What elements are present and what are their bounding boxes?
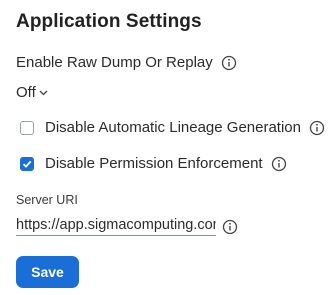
checkmark-icon	[22, 160, 32, 168]
info-icon[interactable]	[222, 219, 238, 235]
info-icon[interactable]	[271, 156, 287, 172]
option-permission-row: Disable Permission Enforcement	[16, 155, 287, 172]
server-uri-input[interactable]	[16, 214, 216, 235]
permission-label: Disable Permission Enforcement	[45, 155, 263, 172]
chevron-down-icon	[39, 83, 48, 101]
raw-dump-row: Enable Raw Dump Or Replay	[16, 54, 237, 71]
server-uri-label: Server URI	[16, 193, 78, 207]
raw-dump-selected-value: Off	[16, 83, 36, 101]
page-title: Application Settings	[16, 11, 202, 32]
info-icon[interactable]	[221, 55, 237, 71]
save-button[interactable]: Save	[16, 256, 79, 288]
lineage-checkbox[interactable]	[20, 120, 34, 135]
option-lineage-row: Disable Automatic Lineage Generation	[16, 119, 325, 136]
info-icon[interactable]	[309, 120, 325, 136]
permission-checkbox[interactable]	[20, 156, 34, 171]
server-uri-field-wrapper	[16, 214, 216, 236]
raw-dump-select[interactable]: Off	[16, 83, 48, 101]
raw-dump-label: Enable Raw Dump Or Replay	[16, 54, 213, 71]
lineage-label: Disable Automatic Lineage Generation	[45, 119, 301, 136]
